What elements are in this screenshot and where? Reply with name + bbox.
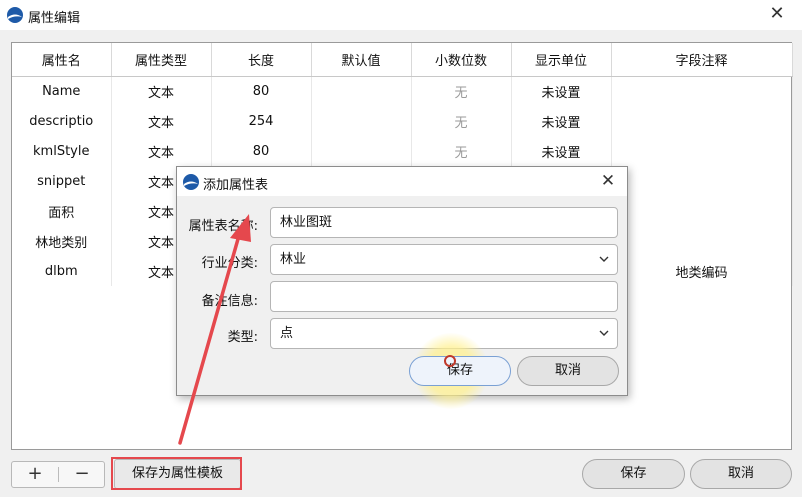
table-row[interactable]: Name 文本 80 无 未设置 [12,76,793,106]
dialog-title: 添加属性表 [203,178,269,193]
cell-comment[interactable] [611,166,793,196]
cell-default[interactable] [311,136,412,166]
cell-default[interactable] [311,106,412,136]
app-logo-icon [7,7,23,23]
cancel-button[interactable]: 取消 [690,459,792,489]
cell-name[interactable]: 林地类别 [12,226,112,256]
dialog-logo-icon [183,174,199,190]
chevron-down-icon [599,330,609,336]
cell-type[interactable]: 文本 [111,76,212,106]
cell-decimals[interactable]: 无 [411,136,512,166]
note-input[interactable] [270,281,618,312]
column-header-decimals[interactable]: 小数位数 [411,43,512,77]
cell-comment[interactable] [611,196,793,226]
table-name-input[interactable]: 林业图斑 [270,207,618,238]
add-remove-group: + − [11,461,105,488]
column-header-unit[interactable]: 显示单位 [511,43,612,77]
cell-name[interactable]: descriptio [12,106,112,136]
cell-default[interactable] [311,76,412,106]
note-label: 备注信息: [201,294,258,309]
cell-name[interactable]: dlbm [12,256,112,286]
industry-select-value: 林业 [280,252,307,267]
cell-length[interactable]: 254 [211,106,312,136]
type-select-value: 点 [280,326,294,341]
window-title: 属性编辑 [28,11,81,26]
cell-type[interactable]: 文本 [111,106,212,136]
industry-label: 行业分类: [201,256,258,271]
column-header-comment[interactable]: 字段注释 [611,43,793,77]
add-attribute-table-dialog: 添加属性表 ✕ 属性表名称: 林业图斑 行业分类: 林业 备注信息: 类型: 点… [176,166,628,409]
remove-field-button[interactable]: − [59,462,105,487]
cell-unit[interactable]: 未设置 [511,136,612,166]
industry-select[interactable]: 林业 [270,244,618,275]
column-header-type[interactable]: 属性类型 [111,43,212,77]
cell-length[interactable]: 80 [211,136,312,166]
window-titlebar: 属性编辑 ✕ [0,0,802,30]
cell-decimals[interactable]: 无 [411,106,512,136]
cell-name[interactable]: Name [12,76,112,106]
annotation-highlight-box [111,457,242,490]
column-header-length[interactable]: 长度 [211,43,312,77]
cell-name[interactable]: 面积 [12,196,112,226]
add-field-button[interactable]: + [12,462,58,487]
mouse-cursor-icon [444,355,456,367]
cell-name[interactable]: kmlStyle [12,136,112,166]
cell-comment[interactable] [611,106,793,136]
cell-comment[interactable] [611,76,793,106]
column-header-name[interactable]: 属性名 [12,43,112,77]
cell-unit[interactable]: 未设置 [511,76,612,106]
cell-type[interactable]: 文本 [111,136,212,166]
dialog-save-button[interactable]: 保存 [409,356,511,386]
table-row[interactable]: kmlStyle 文本 80 无 未设置 [12,136,793,166]
cell-unit[interactable]: 未设置 [511,106,612,136]
dialog-titlebar: 添加属性表 ✕ [177,167,627,196]
dialog-close-icon[interactable]: ✕ [597,170,619,192]
cell-comment[interactable] [611,226,793,256]
window-close-icon[interactable]: ✕ [766,3,788,25]
save-button[interactable]: 保存 [582,459,685,489]
table-row[interactable]: descriptio 文本 254 无 未设置 [12,106,793,136]
chevron-down-icon [599,256,609,262]
cell-comment[interactable]: 地类编码 [611,256,793,286]
cell-decimals[interactable]: 无 [411,76,512,106]
type-label: 类型: [227,330,258,345]
column-header-default[interactable]: 默认值 [311,43,412,77]
cell-name[interactable]: snippet [12,166,112,196]
table-name-label: 属性表名称: [188,219,258,234]
dialog-cancel-button[interactable]: 取消 [517,356,619,386]
cell-comment[interactable] [611,136,793,166]
table-header-row: 属性名 属性类型 长度 默认值 小数位数 显示单位 字段注释 [12,43,793,77]
cell-length[interactable]: 80 [211,76,312,106]
